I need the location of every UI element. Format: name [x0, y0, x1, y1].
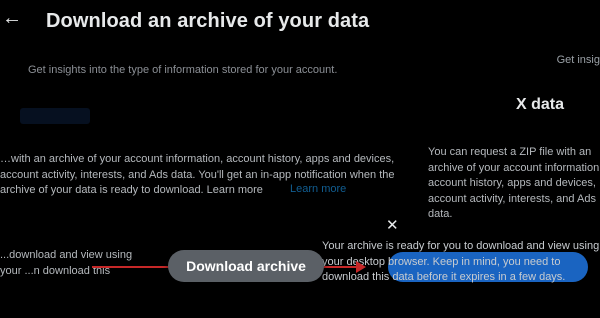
page-subtitle: Get insights into the type of informatio… — [28, 64, 338, 76]
annotation-arrowhead — [356, 261, 366, 273]
learn-more-link[interactable]: Learn more — [290, 183, 346, 195]
close-icon[interactable]: ✕ — [386, 216, 399, 234]
back-arrow-icon[interactable]: ← — [2, 7, 22, 30]
page-title: Download an archive of your data — [46, 10, 370, 32]
download-archive-button[interactable]: Download archive — [168, 250, 324, 282]
ghost-tab-highlight — [20, 108, 90, 124]
modal-left-fragment: ...download and view using your ...n dow… — [0, 249, 133, 277]
section-title: X data — [515, 96, 564, 113]
section-right-description: You can request a ZIP file with an archi… — [428, 146, 600, 220]
ghost-subtitle-fragment: Get insig — [556, 54, 600, 66]
